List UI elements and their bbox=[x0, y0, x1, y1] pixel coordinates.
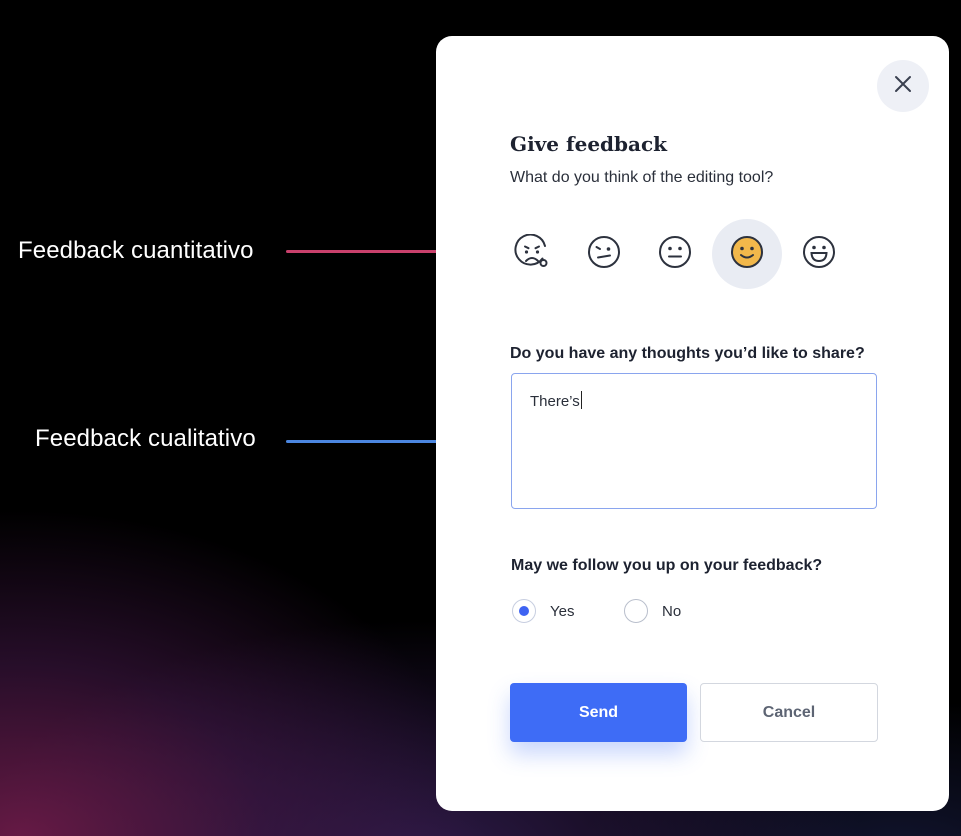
thoughts-textarea[interactable]: There’s bbox=[511, 373, 877, 509]
radio-no-label: No bbox=[662, 602, 682, 620]
rating-option-1[interactable] bbox=[497, 219, 567, 289]
follow-up-question: May we follow you up on your feedback? bbox=[511, 557, 823, 574]
radio-no-circle[interactable] bbox=[624, 599, 648, 623]
feedback-dialog: Give feedback What do you think of the e… bbox=[436, 36, 949, 811]
close-button[interactable] bbox=[877, 60, 929, 112]
thoughts-text: There’s bbox=[530, 393, 580, 410]
cancel-button[interactable]: Cancel bbox=[700, 683, 878, 742]
dialog-title: Give feedback bbox=[510, 132, 668, 156]
annotation-label-quantitative: Feedback cuantitativo bbox=[18, 237, 254, 264]
rating-scale bbox=[510, 219, 850, 289]
close-icon bbox=[892, 73, 914, 100]
very-happy-face-icon bbox=[801, 234, 837, 275]
rating-option-4[interactable] bbox=[712, 219, 782, 289]
rating-option-2[interactable] bbox=[569, 219, 639, 289]
text-caret bbox=[580, 391, 582, 409]
thoughts-question: Do you have any thoughts you’d like to s… bbox=[510, 345, 865, 362]
radio-no[interactable]: No bbox=[624, 599, 681, 623]
radio-selected-dot bbox=[519, 606, 529, 616]
neutral-face-icon bbox=[657, 234, 693, 275]
rating-option-5[interactable] bbox=[784, 219, 854, 289]
send-button[interactable]: Send bbox=[510, 683, 687, 742]
annotation-label-qualitative: Feedback cualitativo bbox=[35, 425, 256, 452]
radio-yes-label: Yes bbox=[550, 602, 575, 620]
rating-option-3[interactable] bbox=[640, 219, 710, 289]
very-unhappy-face-icon bbox=[514, 233, 550, 275]
dialog-subtitle: What do you think of the editing tool? bbox=[510, 169, 774, 186]
unhappy-face-icon bbox=[586, 234, 622, 275]
radio-yes[interactable]: Yes bbox=[512, 599, 574, 623]
radio-yes-circle[interactable] bbox=[512, 599, 536, 623]
happy-face-icon bbox=[729, 234, 765, 275]
